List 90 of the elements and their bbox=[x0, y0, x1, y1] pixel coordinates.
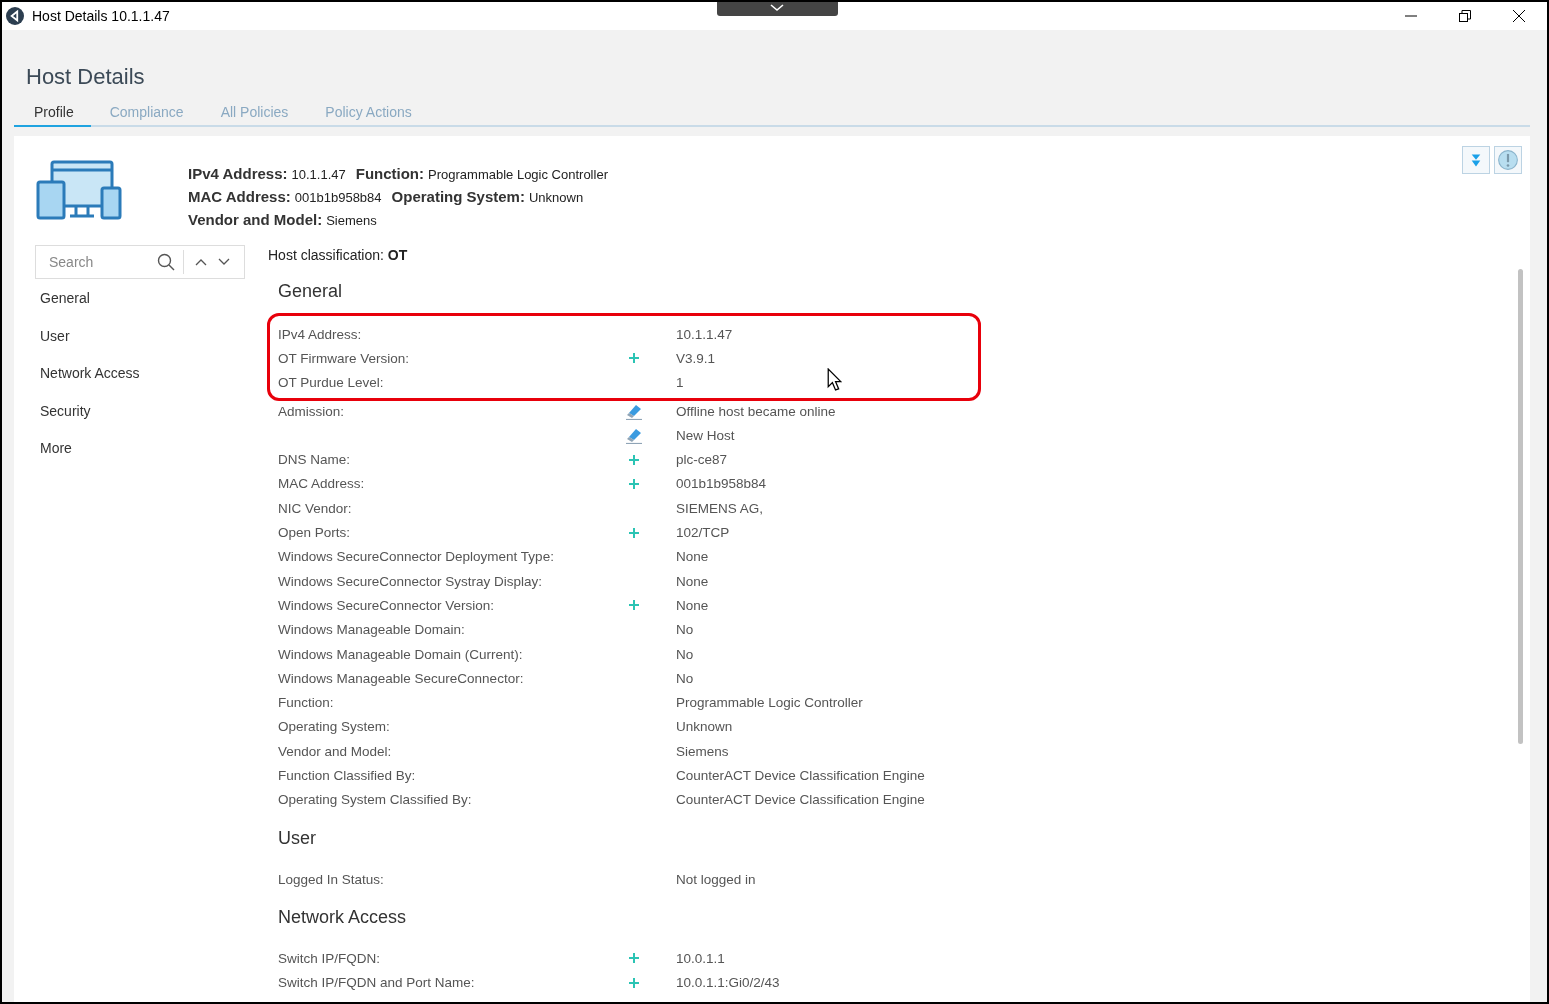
field-label: Logged In Status: bbox=[278, 871, 384, 887]
tab[interactable]: Profile bbox=[14, 104, 91, 127]
field-label: IPv4 Address: bbox=[278, 326, 362, 342]
eraser-icon[interactable] bbox=[625, 402, 643, 421]
plus-icon[interactable] bbox=[629, 977, 639, 988]
field-label: OT Firmware Version: bbox=[278, 350, 410, 366]
field-label: MAC Address: bbox=[278, 476, 365, 492]
mouse-pointer-icon bbox=[827, 368, 842, 391]
plus-icon[interactable] bbox=[629, 353, 639, 364]
summary-value: Programmable Logic Controller bbox=[428, 167, 608, 182]
field-value: plc-ce87 bbox=[676, 452, 728, 468]
field-value: None bbox=[676, 573, 709, 589]
plus-icon[interactable] bbox=[629, 953, 639, 964]
field-label: Switch IP/FQDN: bbox=[278, 950, 380, 966]
field-label: OT Purdue Level: bbox=[278, 375, 384, 391]
field-value: V3.9.1 bbox=[676, 350, 716, 366]
field-value: 102/TCP bbox=[676, 525, 730, 540]
field-label: Switch IP/FQDN and Port Name: bbox=[278, 975, 475, 991]
search-icon[interactable] bbox=[157, 253, 175, 271]
summary-label: Vendor and Model: bbox=[188, 211, 323, 228]
eraser-icon[interactable] bbox=[625, 426, 643, 445]
scrollbar-thumb[interactable] bbox=[1518, 269, 1523, 744]
previous-icon[interactable] bbox=[195, 258, 207, 266]
field-value: 10.1.1.47 bbox=[676, 326, 733, 342]
field-label: Operating System Classified By: bbox=[278, 792, 472, 808]
sidebar-item[interactable]: Network Access bbox=[40, 355, 247, 393]
window-title: Host Details 10.1.1.47 bbox=[32, 8, 170, 24]
sidebar-item[interactable]: User bbox=[40, 317, 247, 355]
plus-icon[interactable] bbox=[629, 527, 639, 538]
chevron-icon[interactable] bbox=[770, 4, 785, 12]
summary-label: MAC Address: bbox=[188, 188, 291, 205]
sidebar-item[interactable]: Security bbox=[40, 392, 247, 430]
double-chevron-icon[interactable] bbox=[1470, 152, 1482, 168]
field-label: Function Classified By: bbox=[278, 768, 416, 783]
field-value: SIEMENS AG, bbox=[676, 500, 764, 516]
summary-value: 10.1.1.47 bbox=[291, 167, 346, 182]
expand-all-button[interactable] bbox=[1462, 146, 1490, 174]
next-icon[interactable] bbox=[218, 258, 230, 266]
field-value: Programmable Logic Controller bbox=[676, 695, 863, 711]
field-value: None bbox=[676, 597, 709, 613]
field-value: 10.0.1.1 bbox=[676, 950, 725, 966]
field-value: 10.0.1.1:Gi0/2/43 bbox=[676, 975, 780, 991]
field-label: Windows SecureConnector Deployment Type: bbox=[278, 549, 554, 565]
field-value: Not logged in bbox=[676, 871, 756, 887]
field-value: Offline host became online bbox=[676, 403, 836, 419]
field-value: Unknown bbox=[676, 719, 733, 735]
app-icon bbox=[6, 7, 24, 25]
summary-label: Operating System: bbox=[391, 188, 525, 205]
plus-icon[interactable] bbox=[629, 454, 639, 465]
sidebar-item[interactable]: General bbox=[40, 280, 247, 318]
field-label: Function: bbox=[278, 695, 334, 711]
field-label: Windows Manageable Domain: bbox=[278, 622, 465, 638]
field-value: No bbox=[676, 646, 694, 662]
field-label: Windows SecureConnector Version: bbox=[278, 597, 495, 613]
summary-label: Function: bbox=[355, 165, 425, 182]
section-title: General bbox=[278, 281, 344, 302]
section-title: Network Access bbox=[278, 907, 408, 929]
plus-icon[interactable] bbox=[629, 600, 639, 611]
field-label: NIC Vendor: bbox=[278, 500, 352, 516]
field-value: CounterACT Device Classification Engine bbox=[676, 792, 925, 808]
collapse-tab[interactable] bbox=[716, 2, 838, 16]
field-label: Windows SecureConnector Systray Display: bbox=[278, 573, 543, 589]
plus-icon[interactable] bbox=[629, 478, 639, 489]
host-classification: Host classification: OT bbox=[268, 247, 409, 263]
field-label: Vendor and Model: bbox=[278, 743, 392, 759]
field-value: No bbox=[676, 670, 694, 686]
field-label: Open Ports: bbox=[278, 525, 351, 540]
summary-label: IPv4 Address: bbox=[188, 165, 288, 182]
page-title: Host Details bbox=[26, 64, 146, 90]
field-value: 001b1b958b84 bbox=[676, 476, 767, 492]
restore-icon[interactable] bbox=[1459, 10, 1471, 22]
field-label: Windows Manageable SecureConnector: bbox=[278, 670, 524, 686]
field-label: DNS Name: bbox=[278, 452, 350, 468]
close-icon[interactable] bbox=[1513, 10, 1525, 22]
field-value: Siemens bbox=[676, 743, 729, 759]
field-value: New Host bbox=[676, 427, 735, 443]
summary-value: Siemens bbox=[326, 213, 377, 228]
summary-value: 001b1b958b84 bbox=[294, 190, 382, 205]
field-value: CounterACT Device Classification Engine bbox=[676, 768, 925, 783]
field-value: 1 bbox=[676, 375, 684, 391]
field-label: Admission: bbox=[278, 403, 345, 419]
section-title: User bbox=[278, 827, 317, 849]
summary-value: Unknown bbox=[528, 190, 584, 205]
field-label: Operating System: bbox=[278, 719, 390, 735]
field-label: Windows Manageable Domain (Current): bbox=[278, 646, 523, 662]
field-value: No bbox=[676, 622, 694, 638]
field-value: None bbox=[676, 549, 709, 565]
search-bar[interactable]: Search bbox=[35, 245, 245, 279]
devices-icon bbox=[36, 160, 122, 222]
sidebar-item[interactable]: More bbox=[40, 430, 247, 468]
